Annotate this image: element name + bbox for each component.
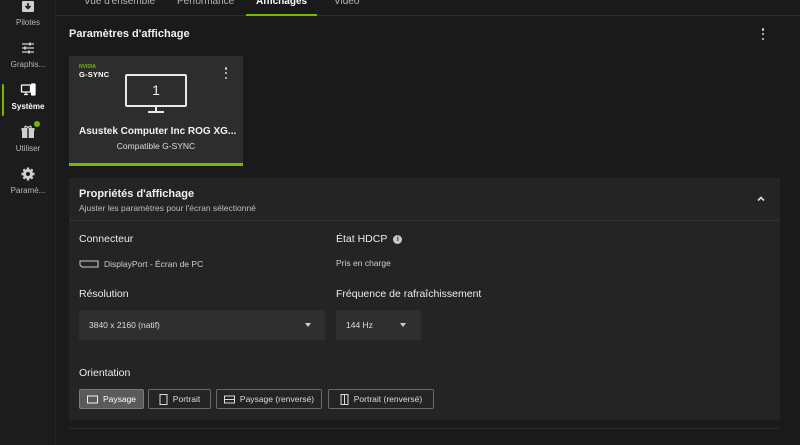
refresh-rate-label: Fréquence de rafraîchissement xyxy=(336,288,482,300)
orientation-label: Orientation xyxy=(79,367,131,379)
sidebar-item-label: Utiliser xyxy=(15,144,41,153)
monitor-number: 1 xyxy=(152,82,160,98)
tab-performance[interactable]: Performance xyxy=(177,0,234,16)
tab-bar: Vue d'ensemble Performance Affichages Vi… xyxy=(56,0,800,16)
connector-value: DisplayPort - Écran de PC xyxy=(79,259,203,269)
panel-header[interactable]: Propriétés d'affichage Ajuster les param… xyxy=(69,178,780,221)
orientation-landscape-flipped-button[interactable]: Paysage (renversé) xyxy=(216,389,322,409)
chevron-down-icon xyxy=(305,323,311,327)
chevron-up-icon[interactable] xyxy=(756,194,766,204)
landscape-flipped-icon xyxy=(223,395,235,403)
panel-title: Propriétés d'affichage xyxy=(79,188,195,200)
orientation-portrait-button[interactable]: Portrait xyxy=(148,389,211,409)
gsync-logo: NVIDIA G-SYNC xyxy=(79,64,110,79)
hdcp-label: État HDCP i xyxy=(336,233,403,245)
sidebar-item-settings[interactable]: Paramè... xyxy=(4,166,52,206)
hdcp-value: Pris en charge xyxy=(336,258,391,268)
sidebar-item-system[interactable]: Système xyxy=(2,82,52,122)
monitor-icon: 1 xyxy=(125,74,187,114)
refresh-rate-dropdown[interactable]: 144 Hz xyxy=(336,310,421,340)
divider xyxy=(69,428,780,429)
more-options-icon[interactable] xyxy=(757,27,769,41)
orientation-portrait-flipped-button[interactable]: Portrait (renversé) xyxy=(328,389,434,409)
info-icon[interactable]: i xyxy=(393,235,403,244)
system-icon xyxy=(20,82,36,98)
sidebar-item-label: Pilotes xyxy=(15,18,40,27)
card-more-options-icon[interactable] xyxy=(220,66,232,80)
landscape-icon xyxy=(86,395,98,403)
portrait-flipped-icon xyxy=(340,393,349,405)
refresh-rate-value: 144 Hz xyxy=(346,320,373,330)
resolution-label: Résolution xyxy=(79,288,129,300)
resolution-dropdown[interactable]: 3840 x 2160 (natif) xyxy=(79,310,325,340)
display-compatibility: Compatible G-SYNC xyxy=(116,141,196,151)
gear-icon xyxy=(20,166,36,182)
sidebar-item-graphics[interactable]: Graphis... xyxy=(4,40,52,80)
sliders-icon xyxy=(20,40,36,56)
notification-badge xyxy=(34,121,40,127)
sidebar-item-label: Graphis... xyxy=(10,60,46,69)
sidebar-item-redeem[interactable]: Utiliser xyxy=(4,121,52,164)
drivers-icon xyxy=(20,0,36,14)
chevron-down-icon xyxy=(400,323,406,327)
display-properties-panel: Propriétés d'affichage Ajuster les param… xyxy=(69,178,780,420)
tab-displays[interactable]: Affichages xyxy=(246,0,317,16)
portrait-icon xyxy=(159,393,168,405)
tab-video[interactable]: Vidéo xyxy=(334,0,359,16)
panel-subtitle: Ajuster les paramètres pour l'écran séle… xyxy=(79,203,256,213)
orientation-landscape-button[interactable]: Paysage xyxy=(79,389,144,409)
displayport-icon xyxy=(79,260,99,268)
sidebar-item-label: Paramè... xyxy=(10,186,46,195)
section-title: Paramètres d'affichage xyxy=(69,28,190,40)
sidebar-item-label: Système xyxy=(11,102,45,111)
sidebar: Pilotes Graphis... Système Utiliser Para… xyxy=(0,0,56,445)
display-name: Asustek Computer Inc ROG XG... xyxy=(79,126,237,137)
connector-label: Connecteur xyxy=(79,233,134,245)
tab-overview[interactable]: Vue d'ensemble xyxy=(84,0,155,16)
resolution-value: 3840 x 2160 (natif) xyxy=(89,320,160,330)
display-card[interactable]: NVIDIA G-SYNC 1 Asustek Computer Inc ROG… xyxy=(69,56,243,166)
sidebar-item-drivers[interactable]: Pilotes xyxy=(4,0,52,38)
gift-icon xyxy=(20,121,40,140)
